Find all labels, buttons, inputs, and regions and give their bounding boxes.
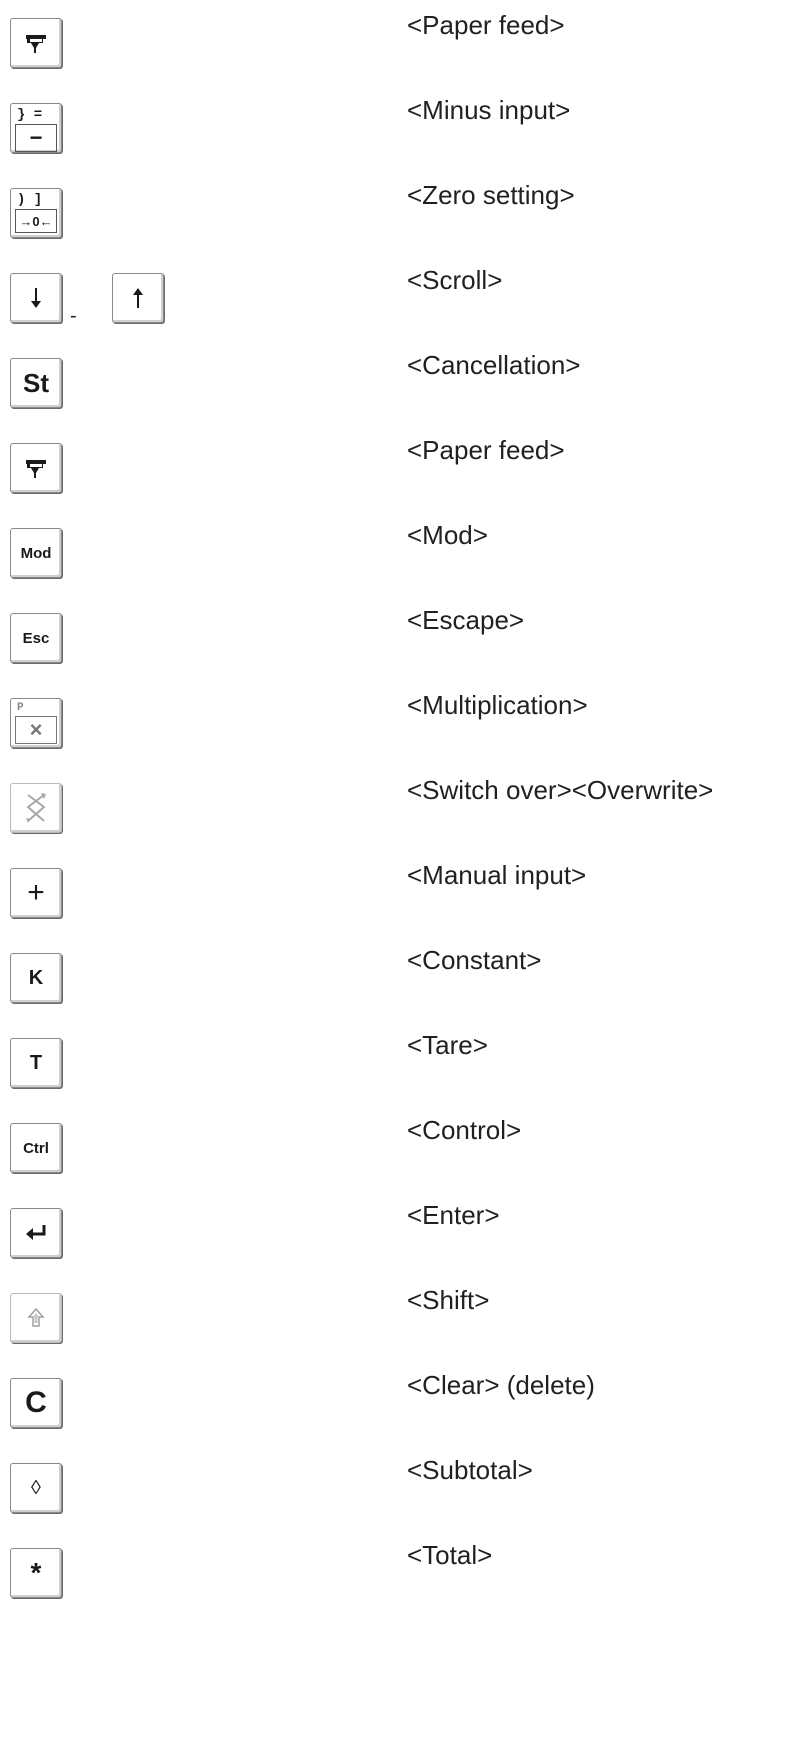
key-main-legend: − — [15, 124, 57, 152]
key-row: T <Tare> — [0, 1030, 787, 1114]
multiplication-key-icon: P × — [10, 698, 62, 748]
key-label: <Tare> — [407, 1030, 488, 1060]
paper-feed-icon — [10, 18, 62, 68]
key-label: <Multiplication> — [407, 690, 588, 720]
key-label: <Subtotal> — [407, 1455, 533, 1485]
key-label: <Zero setting> — [407, 180, 575, 210]
esc-key-icon: Esc — [10, 613, 62, 663]
key-label: <Paper feed> — [407, 10, 565, 40]
key-label: <Mod> — [407, 520, 488, 550]
ctrl-key-icon: Ctrl — [10, 1123, 62, 1173]
switch-over-icon — [10, 783, 62, 833]
mod-key-icon: Mod — [10, 528, 62, 578]
key-row: Mod <Mod> — [0, 520, 787, 604]
scroll-up-icon — [112, 273, 164, 323]
paper-feed-icon — [10, 443, 62, 493]
diamond-key-icon: ◊ — [10, 1463, 62, 1513]
key-label: <Escape> — [407, 605, 525, 635]
key-row: <Shift> — [0, 1285, 787, 1369]
key-row: P × <Multiplication> — [0, 690, 787, 774]
key-label: <Total> — [407, 1540, 493, 1570]
key-label: <Minus input> — [407, 95, 571, 125]
key-row: } = − <Minus input> — [0, 95, 787, 179]
key-row: Esc <Escape> — [0, 605, 787, 689]
key-label: <Shift> — [407, 1285, 490, 1315]
key-shift-legend: P — [17, 702, 24, 714]
key-row: <Switch over><Overwrite> — [0, 775, 787, 859]
key-row: * <Total> — [0, 1540, 787, 1624]
key-main-legend: × — [15, 716, 57, 744]
key-row: C <Clear> (delete) — [0, 1370, 787, 1454]
key-row: Ctrl <Control> — [0, 1115, 787, 1199]
key-label: <Switch over><Overwrite> — [407, 775, 714, 805]
c-key-icon: C — [10, 1378, 62, 1428]
key-label: <Paper feed> — [407, 435, 565, 465]
key-row: <Paper feed> — [0, 435, 787, 519]
asterisk-key-icon: * — [10, 1548, 62, 1598]
minus-key-icon: } = − — [10, 103, 62, 153]
key-shift-legend: ) ] — [17, 192, 43, 208]
scroll-down-icon — [10, 273, 62, 323]
separator: - — [70, 305, 77, 327]
key-row: <Enter> — [0, 1200, 787, 1284]
key-row: + <Manual input> — [0, 860, 787, 944]
k-key-icon: K — [10, 953, 62, 1003]
t-key-icon: T — [10, 1038, 62, 1088]
key-label: <Manual input> — [407, 860, 587, 890]
key-row: - <Scroll> — [0, 265, 787, 349]
key-label: <Control> — [407, 1115, 522, 1145]
key-row: K <Constant> — [0, 945, 787, 1029]
st-key-icon: St — [10, 358, 62, 408]
zero-key-icon: ) ] →0← — [10, 188, 62, 238]
key-row: ) ] →0← <Zero setting> — [0, 180, 787, 264]
key-shift-legend: } = — [17, 107, 43, 123]
plus-key-icon: + — [10, 868, 62, 918]
enter-arrow-icon — [10, 1208, 62, 1258]
shift-arrow-icon — [10, 1293, 62, 1343]
key-row: <Paper feed> — [0, 10, 787, 94]
key-row: ◊ <Subtotal> — [0, 1455, 787, 1539]
key-label: <Scroll> — [407, 265, 503, 295]
key-label: <Cancellation> — [407, 350, 581, 380]
key-label: <Constant> — [407, 945, 542, 975]
key-row: St <Cancellation> — [0, 350, 787, 434]
key-label: <Clear> (delete) — [407, 1370, 595, 1400]
key-label: <Enter> — [407, 1200, 500, 1230]
key-main-legend: →0← — [15, 209, 57, 233]
